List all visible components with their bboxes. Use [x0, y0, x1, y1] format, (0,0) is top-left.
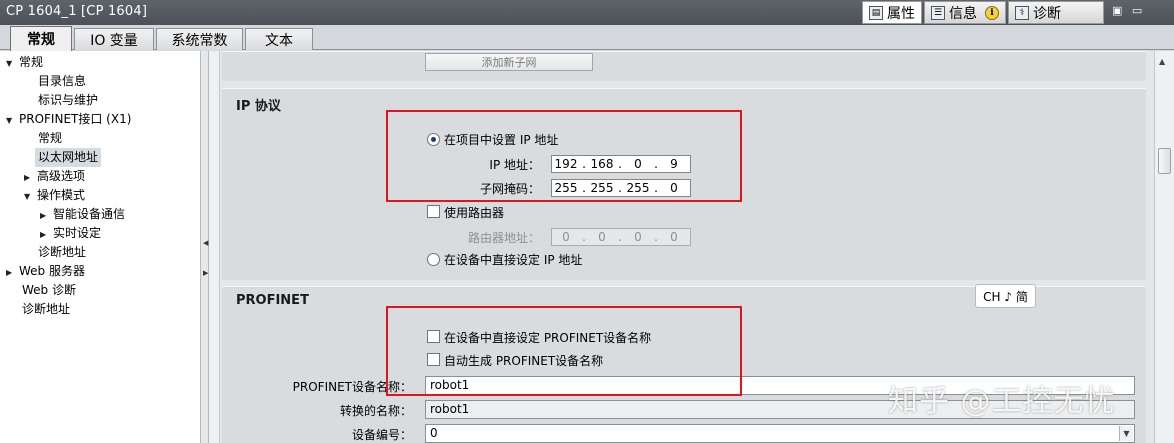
- tree-item-web-diagnostics[interactable]: Web 诊断: [22, 281, 76, 300]
- diagnostics-icon: ⚕: [1015, 5, 1029, 20]
- router-octet-4: 0: [670, 230, 678, 244]
- tree-item-label: Web 服务器: [19, 264, 85, 278]
- tree-item-label: 智能设备通信: [53, 207, 126, 221]
- expand-arrow-icon[interactable]: ▼: [24, 187, 34, 206]
- router-octet-1: 0: [562, 230, 570, 244]
- scroll-thumb[interactable]: [1158, 148, 1171, 174]
- window-controls-icon[interactable]: ▣ ▭: [1112, 4, 1145, 17]
- tree-item-label: 实时设定: [53, 226, 102, 240]
- tab-properties-label: 属性: [887, 5, 915, 22]
- collapse-arrow-icon[interactable]: ▶: [6, 263, 16, 282]
- tab-diagnostics[interactable]: ⚕ 诊断: [1008, 1, 1104, 24]
- tree-scrollbar[interactable]: [209, 51, 220, 443]
- use-router-checkbox[interactable]: [427, 205, 440, 218]
- tree-item-diag-address[interactable]: 诊断地址: [22, 300, 70, 319]
- device-number-value: 0: [430, 426, 438, 440]
- router-octet-2: 0: [598, 230, 606, 244]
- set-ip-on-device-radio[interactable]: [427, 253, 440, 266]
- tab-info-label: 信息: [949, 5, 977, 22]
- expand-arrow-icon[interactable]: ▼: [6, 54, 16, 73]
- tree-item-label: PROFINET接口 (X1): [19, 112, 132, 126]
- tree-item-interface-general[interactable]: 常规: [38, 129, 62, 148]
- tree-item-web-server[interactable]: ▶ Web 服务器: [6, 262, 85, 281]
- scroll-up-icon[interactable]: ▲: [1159, 57, 1165, 66]
- ip-protocol-title: IP 协议: [236, 99, 281, 114]
- tab-strip: 常规 IO 变量 系统常数 文本: [0, 25, 1174, 51]
- tab-general[interactable]: 常规: [10, 26, 72, 51]
- highlight-box-ip: [386, 110, 742, 202]
- tree-item-label: 高级选项: [37, 169, 86, 183]
- router-octet-3: 0: [634, 230, 642, 244]
- tab-system-constants[interactable]: 系统常数: [156, 28, 243, 50]
- tree-item-ethernet-addresses[interactable]: 以太网地址: [35, 148, 102, 167]
- tab-diagnostics-label: 诊断: [1033, 5, 1061, 22]
- expand-right-icon[interactable]: ▶: [203, 269, 208, 277]
- chevron-down-icon[interactable]: ▼: [1119, 426, 1133, 441]
- watermark: 知乎 @工控无忧: [888, 384, 1116, 419]
- subnet-section: 添加新子网: [222, 51, 1146, 81]
- properties-icon: ▤: [869, 5, 883, 20]
- tab-info[interactable]: ☰ 信息 i: [924, 1, 1006, 24]
- content-scrollbar[interactable]: ▲: [1154, 51, 1174, 443]
- ime-indicator: CH ♪ 简: [975, 284, 1036, 308]
- tree-item-general[interactable]: ▼ 常规: [6, 53, 43, 72]
- info-badge-icon: i: [985, 5, 999, 20]
- add-new-subnet-button[interactable]: 添加新子网: [425, 53, 593, 71]
- highlight-box-profinet: [386, 306, 742, 396]
- tree-item-i-device[interactable]: ▶ 智能设备通信: [40, 205, 125, 224]
- navigation-tree: ▼ 常规 目录信息 标识与维护 ▼ PROFINET接口 (X1) 常规 以太网地址…: [0, 51, 200, 443]
- inspector-tabs: ▤ 属性 ☰ 信息 i ⚕ 诊断: [862, 1, 1106, 24]
- router-address-label: 路由器地址：: [467, 231, 540, 245]
- info-list-icon: ☰: [931, 5, 945, 20]
- collapse-left-icon[interactable]: ◀: [203, 239, 208, 247]
- tab-properties[interactable]: ▤ 属性: [862, 1, 922, 24]
- tree-item-realtime-settings[interactable]: ▶ 实时设定: [40, 224, 101, 243]
- window-title: CP 1604_1 [CP 1604]: [6, 4, 148, 19]
- device-number-select[interactable]: 0 ▼: [425, 424, 1135, 443]
- tab-io-tags[interactable]: IO 变量: [74, 28, 154, 50]
- tree-item-diag-address-interface[interactable]: 诊断地址: [38, 243, 86, 262]
- tree-item-identification[interactable]: 标识与维护: [38, 91, 98, 110]
- tree-item-operating-mode[interactable]: ▼ 操作模式: [24, 186, 85, 205]
- tree-item-profinet-interface[interactable]: ▼ PROFINET接口 (X1): [6, 110, 131, 129]
- router-address-field: 0. 0. 0. 0: [551, 228, 691, 246]
- collapse-arrow-icon[interactable]: ▶: [40, 206, 50, 225]
- profinet-title: PROFINET: [236, 293, 309, 308]
- tree-item-advanced-options[interactable]: ▶ 高级选项: [24, 167, 85, 186]
- tree-item-label: 常规: [19, 55, 44, 69]
- use-router-label: 使用路由器: [444, 206, 505, 220]
- collapse-arrow-icon[interactable]: ▶: [40, 225, 50, 244]
- title-bar: CP 1604_1 [CP 1604] ▤ 属性 ☰ 信息 i ⚕ 诊断 ▣ ▭: [0, 0, 1174, 25]
- converted-name-label: 转换的名称：: [339, 404, 412, 418]
- tree-item-catalog-info[interactable]: 目录信息: [38, 72, 86, 91]
- panel-splitter[interactable]: ◀ ▶: [200, 51, 209, 443]
- expand-arrow-icon[interactable]: ▼: [6, 111, 16, 130]
- set-ip-on-device-label: 在设备中直接设定 IP 地址: [444, 253, 583, 267]
- device-number-label: 设备编号：: [351, 428, 412, 442]
- collapse-arrow-icon[interactable]: ▶: [24, 168, 34, 187]
- tab-texts[interactable]: 文本: [245, 28, 313, 50]
- tree-item-label: 操作模式: [37, 188, 86, 202]
